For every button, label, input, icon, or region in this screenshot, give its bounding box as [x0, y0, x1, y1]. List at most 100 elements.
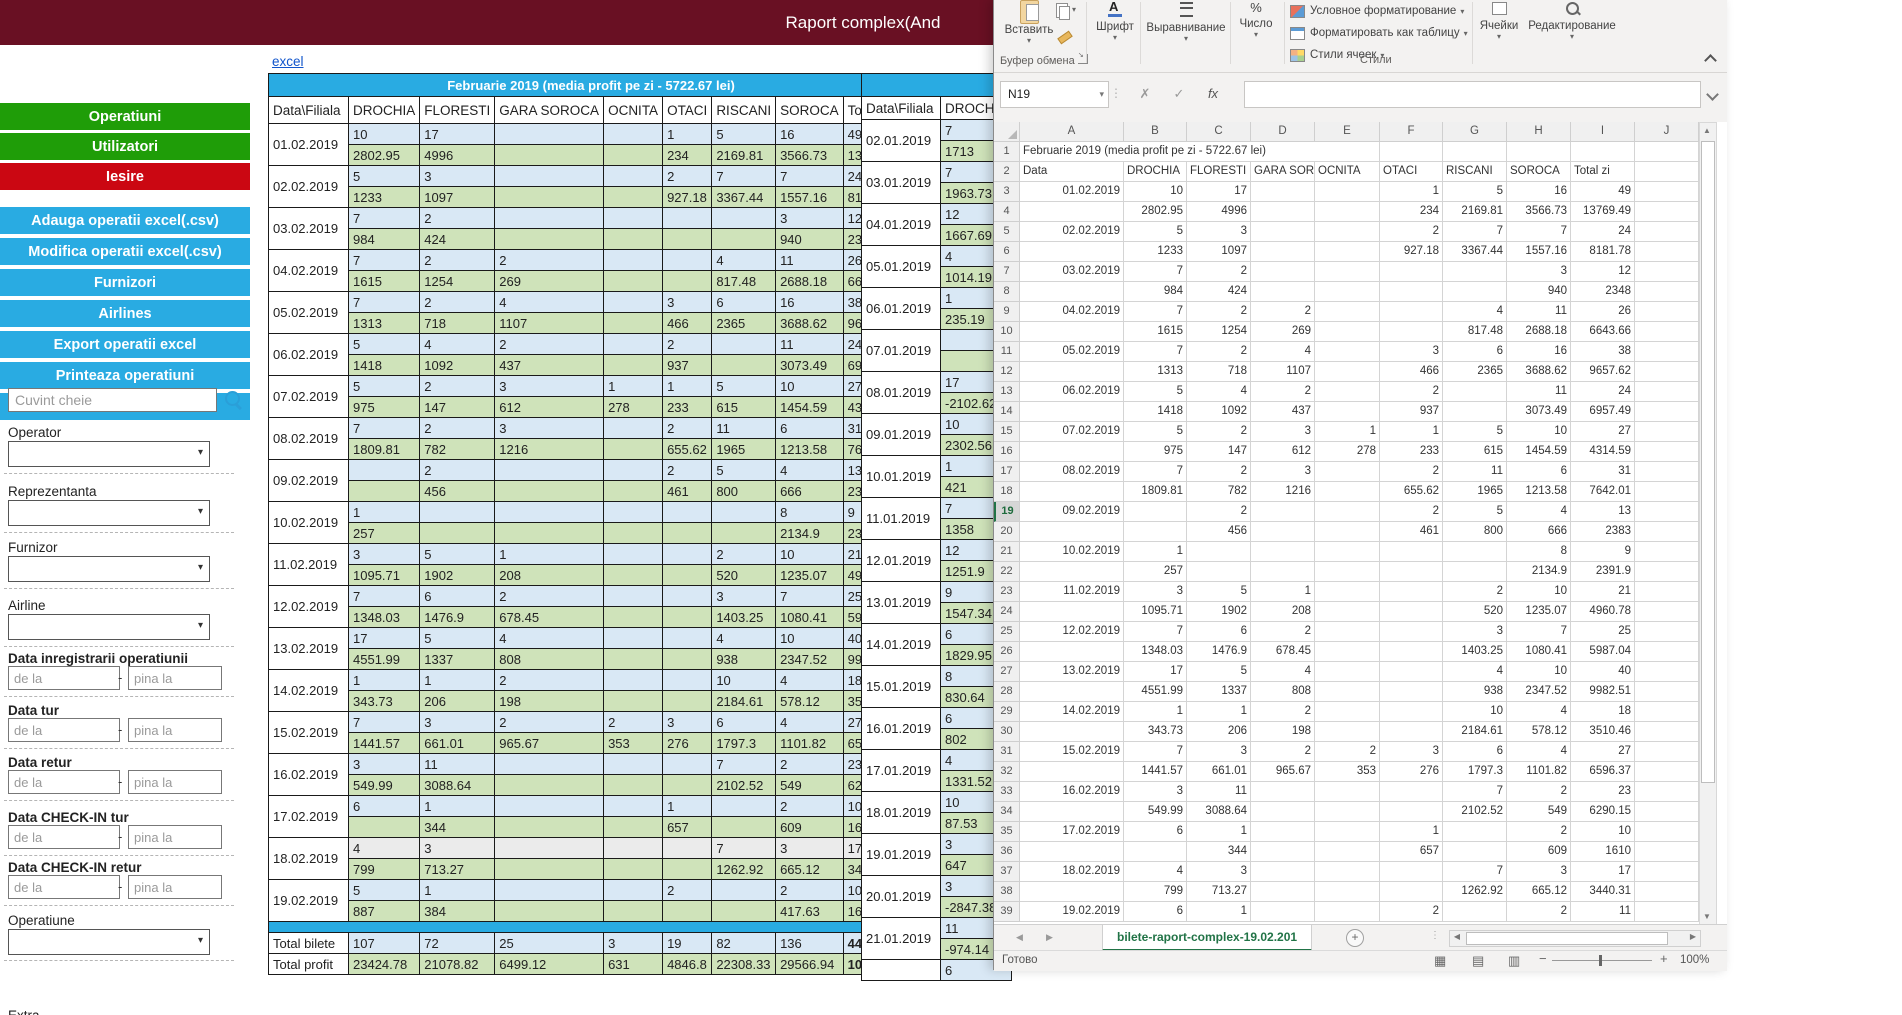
excel-cell[interactable] [1635, 282, 1699, 302]
excel-cell[interactable]: 5 [1187, 582, 1251, 602]
excel-cell[interactable] [1251, 862, 1315, 882]
excel-row-number[interactable]: 28 [994, 682, 1020, 702]
excel-cell[interactable]: 1092 [1187, 402, 1251, 422]
excel-cell[interactable]: 6957.49 [1571, 402, 1635, 422]
excel-cell[interactable] [1251, 242, 1315, 262]
new-sheet-icon[interactable]: + [1346, 929, 1364, 947]
excel-cell[interactable]: 1233 [1124, 242, 1187, 262]
excel-col-letter[interactable]: D [1251, 122, 1315, 142]
excel-row-number[interactable]: 12 [994, 362, 1020, 382]
excel-cell[interactable]: 31 [1571, 462, 1635, 482]
sheet-prev-icon[interactable]: ◀ [1016, 932, 1023, 943]
excel-cell[interactable] [1635, 242, 1699, 262]
excel-cell[interactable] [1443, 282, 1507, 302]
sidebar-item-iesire[interactable]: Iesire [0, 163, 250, 190]
cancel-icon[interactable]: ✗ [1132, 81, 1158, 106]
excel-cell[interactable]: 10 [1507, 422, 1571, 442]
scroll-down-icon[interactable]: ▼ [1700, 909, 1714, 925]
excel-cell[interactable]: 817.48 [1443, 322, 1507, 342]
excel-cell[interactable] [1124, 842, 1187, 862]
excel-cell[interactable]: 3 [1507, 262, 1571, 282]
excel-cell[interactable] [1315, 582, 1380, 602]
excel-col-letter[interactable]: G [1443, 122, 1507, 142]
excel-cell[interactable]: 718 [1187, 362, 1251, 382]
excel-cell[interactable]: 3 [1187, 862, 1251, 882]
excel-cell[interactable]: 2 [1187, 262, 1251, 282]
excel-cell[interactable] [1020, 482, 1124, 502]
sheet-tab[interactable]: bilete-raport-complex-19.02.201 [1102, 925, 1312, 951]
excel-cell[interactable]: 6 [1187, 622, 1251, 642]
excel-row-number[interactable]: 26 [994, 642, 1020, 662]
excel-cell[interactable]: 12 [1571, 262, 1635, 282]
excel-cell[interactable]: 4 [1124, 862, 1187, 882]
excel-cell[interactable] [1315, 602, 1380, 622]
excel-cell[interactable]: 713.27 [1187, 882, 1251, 902]
date-to-input[interactable] [128, 718, 222, 742]
excel-row-number[interactable]: 20 [994, 522, 1020, 542]
zoom-in-button[interactable]: + [1660, 951, 1668, 966]
excel-cell[interactable]: 3088.64 [1187, 802, 1251, 822]
excel-cell[interactable]: 2 [1187, 302, 1251, 322]
excel-cell[interactable] [1507, 142, 1571, 162]
excel-cell[interactable]: 2365 [1443, 362, 1507, 382]
excel-cell[interactable] [1187, 562, 1251, 582]
excel-cell[interactable]: OCNITA [1315, 162, 1380, 182]
excel-cell[interactable]: 6 [1507, 462, 1571, 482]
excel-row-number[interactable]: 39 [994, 902, 1020, 922]
paste-button[interactable]: Вставить ▾ [1003, 0, 1055, 45]
excel-cell[interactable]: 4 [1507, 502, 1571, 522]
excel-cell[interactable]: 1348.03 [1124, 642, 1187, 662]
enter-icon[interactable]: ✓ [1166, 81, 1192, 106]
excel-cell[interactable] [1315, 462, 1380, 482]
excel-cell[interactable]: 678.45 [1251, 642, 1315, 662]
excel-cell[interactable] [1443, 842, 1507, 862]
excel-cell[interactable]: 10 [1571, 822, 1635, 842]
excel-cell[interactable]: 2 [1380, 502, 1443, 522]
styles-item-button[interactable]: Условное форматирование▾ [1290, 0, 1470, 22]
excel-cell[interactable]: 549.99 [1124, 802, 1187, 822]
excel-cell[interactable]: 17 [1187, 182, 1251, 202]
excel-cell[interactable] [1315, 562, 1380, 582]
excel-cell[interactable]: 4551.99 [1124, 682, 1187, 702]
excel-cell[interactable]: 10.02.2019 [1020, 542, 1124, 562]
excel-row-number[interactable]: 6 [994, 242, 1020, 262]
excel-cell[interactable]: 269 [1251, 322, 1315, 342]
excel-cell[interactable]: 6 [1124, 902, 1187, 922]
excel-cell[interactable] [1380, 682, 1443, 702]
excel-cell[interactable]: 7 [1124, 302, 1187, 322]
excel-cell[interactable] [1315, 882, 1380, 902]
excel-cell[interactable]: 1809.81 [1124, 482, 1187, 502]
excel-cell[interactable]: 1797.3 [1443, 762, 1507, 782]
excel-cell[interactable] [1380, 702, 1443, 722]
excel-cell[interactable]: 2 [1380, 382, 1443, 402]
excel-cell[interactable] [1020, 802, 1124, 822]
excel-cell[interactable] [1251, 222, 1315, 242]
excel-cell[interactable]: OTACI [1380, 162, 1443, 182]
excel-row-number[interactable]: 31 [994, 742, 1020, 762]
excel-cell[interactable] [1380, 142, 1443, 162]
excel-cell[interactable] [1380, 862, 1443, 882]
excel-cell[interactable]: 615 [1443, 442, 1507, 462]
action-button[interactable]: Furnizori [0, 269, 250, 296]
excel-cell[interactable] [1124, 502, 1187, 522]
excel-row-number[interactable]: 3 [994, 182, 1020, 202]
excel-cell[interactable] [1315, 402, 1380, 422]
dialog-launcher-icon[interactable] [1078, 54, 1088, 64]
excel-cell[interactable] [1251, 182, 1315, 202]
excel-cell[interactable] [1635, 562, 1699, 582]
excel-cell[interactable]: 661.01 [1187, 762, 1251, 782]
excel-cell[interactable]: 2 [1187, 502, 1251, 522]
excel-export-link[interactable]: excel [272, 54, 304, 69]
excel-cell[interactable]: 4 [1251, 662, 1315, 682]
excel-cell[interactable] [1635, 842, 1699, 862]
excel-cell[interactable] [1251, 522, 1315, 542]
sheet-next-icon[interactable]: ▶ [1046, 932, 1053, 943]
zoom-out-button[interactable]: − [1539, 951, 1547, 966]
excel-cell[interactable]: 2347.52 [1507, 682, 1571, 702]
excel-cell[interactable]: 2 [1251, 302, 1315, 322]
excel-cell[interactable]: 5 [1124, 382, 1187, 402]
excel-cell[interactable] [1315, 242, 1380, 262]
excel-cell[interactable] [1635, 782, 1699, 802]
excel-cell[interactable] [1443, 402, 1507, 422]
excel-cell[interactable]: 3 [1251, 462, 1315, 482]
